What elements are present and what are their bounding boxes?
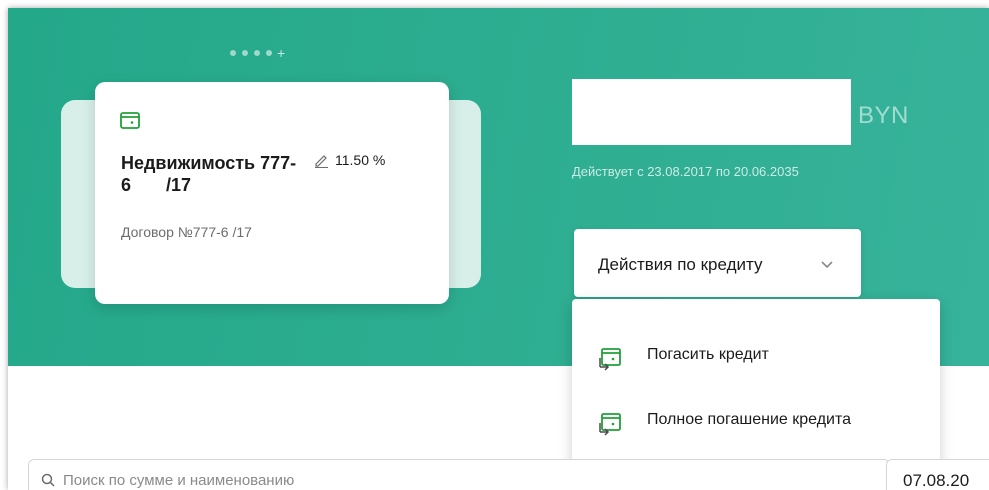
repay-icon [599, 348, 621, 371]
credit-name: Недвижимость 777- 6 /17 [121, 153, 297, 195]
carousel-dot[interactable] [266, 50, 272, 56]
carousel-dot[interactable] [230, 50, 236, 56]
carousel-dot[interactable] [242, 50, 248, 56]
carousel-dot[interactable] [254, 50, 260, 56]
interest-rate-value: 11.50 % [335, 152, 386, 168]
credit-actions-button[interactable]: Действия по кредиту [574, 229, 861, 297]
menu-item-repay[interactable]: Погасить кредит [572, 334, 940, 378]
carousel-indicator[interactable]: + [230, 46, 285, 60]
date-filter[interactable]: 07.08.20 [886, 459, 989, 490]
carousel-more[interactable]: + [277, 46, 285, 60]
date-filter-value: 07.08.20 [903, 471, 970, 490]
interest-rate: 11.50 % [314, 152, 385, 168]
menu-item-label: Полное погашение кредита [647, 411, 852, 428]
search-input[interactable]: Поиск по сумме и наименованию [28, 459, 890, 490]
pencil-icon[interactable] [314, 153, 329, 168]
contract-number: Договор №777-6 /17 [121, 224, 252, 240]
validity-period: Действует с 23.08.2017 по 20.06.2035 [572, 164, 799, 179]
menu-item-label: Погасить кредит [647, 346, 769, 363]
credit-actions-label: Действия по кредиту [598, 255, 763, 274]
chevron-down-icon [821, 261, 833, 269]
credit-amount [572, 79, 851, 145]
search-placeholder: Поиск по сумме и наименованию [63, 472, 295, 489]
repay-icon [599, 413, 621, 436]
credit-actions-menu: Погасить кредит Полное погашение кредита [572, 299, 940, 479]
menu-item-full-repayment[interactable]: Полное погашение кредита [572, 399, 940, 443]
credit-card[interactable]: Недвижимость 777- 6 /17 11.50 % Договор … [95, 82, 449, 304]
app-frame: + Недвижимость 777- 6 /17 11.50 % Догово… [8, 8, 989, 490]
currency-label: BYN [858, 102, 909, 129]
wallet-icon [120, 112, 140, 129]
search-icon [41, 473, 55, 487]
